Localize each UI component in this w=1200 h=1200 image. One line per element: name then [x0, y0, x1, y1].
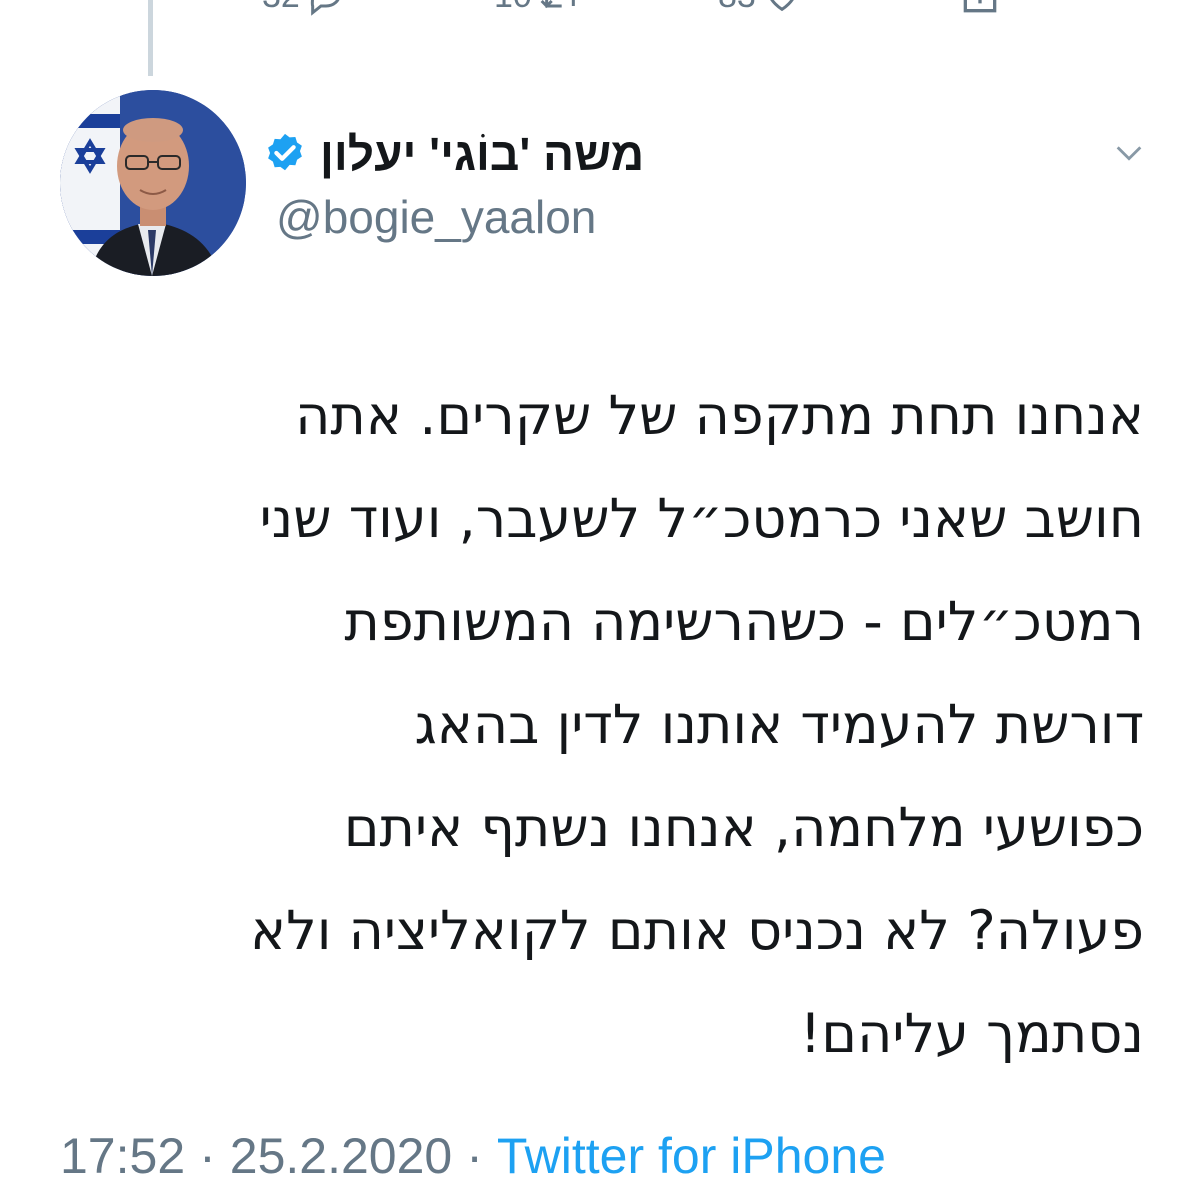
reply-count: 32: [262, 0, 300, 16]
meta-separator: ·: [199, 1128, 216, 1184]
tweet-text-line: חושב שאני כרמטכ״ל לשעבר, ועוד שני: [259, 487, 1144, 550]
thread-connector-line: [148, 0, 153, 76]
tweet-text-line: נסתמך עליהם!: [799, 1002, 1144, 1065]
tweet-text-line: רמטכ״לים - כשהרשימה המשותפת: [344, 590, 1144, 653]
tweet-text: אנחנו תחת מתקפה של שקרים. אתה חושב שאני …: [44, 364, 1144, 1085]
like-button[interactable]: 83: [718, 0, 802, 26]
chevron-down-icon[interactable]: [1112, 136, 1146, 170]
tweet-text-line: דורשת להעמיד אותנו לדין בהאג: [414, 693, 1144, 756]
tweet-text-line: אנחנו תחת מתקפה של שקרים. אתה: [295, 384, 1144, 447]
like-count: 83: [718, 0, 756, 16]
heart-icon: [762, 0, 802, 16]
retweet-icon: [538, 0, 582, 16]
tweet-source-link[interactable]: Twitter for iPhone: [497, 1127, 886, 1185]
avatar[interactable]: [60, 90, 246, 276]
profile-photo: [60, 90, 246, 276]
verified-badge-icon: [262, 131, 308, 177]
retweet-count: 10: [494, 0, 532, 16]
tweet-meta: 17:52 · 25.2.2020 · Twitter for iPhone: [60, 1124, 886, 1188]
meta-separator: ·: [466, 1128, 483, 1184]
retweet-button[interactable]: 10: [494, 0, 582, 26]
reply-button[interactable]: 32: [262, 0, 346, 26]
tweet-text-line: פעולה? לא נכניס אותם לקואליציה ולא: [249, 899, 1144, 962]
tweet-actions-bar: 32 10 83: [0, 0, 1200, 26]
reply-icon: [306, 0, 346, 16]
tweet-date[interactable]: 25.2.2020: [230, 1127, 452, 1185]
author-display-name[interactable]: משה 'בוֹגי' יעלון: [320, 127, 644, 181]
author-name-row[interactable]: משה 'בוֹגי' יעלון: [262, 124, 644, 184]
author-handle[interactable]: @bogie_yaalon: [276, 190, 596, 244]
tweet-text-line: כפושעי מלחמה, אנחנו נשתף איתם: [343, 796, 1144, 859]
share-button[interactable]: [958, 0, 1002, 26]
share-icon: [958, 0, 1002, 18]
tweet-time[interactable]: 17:52: [60, 1127, 185, 1185]
